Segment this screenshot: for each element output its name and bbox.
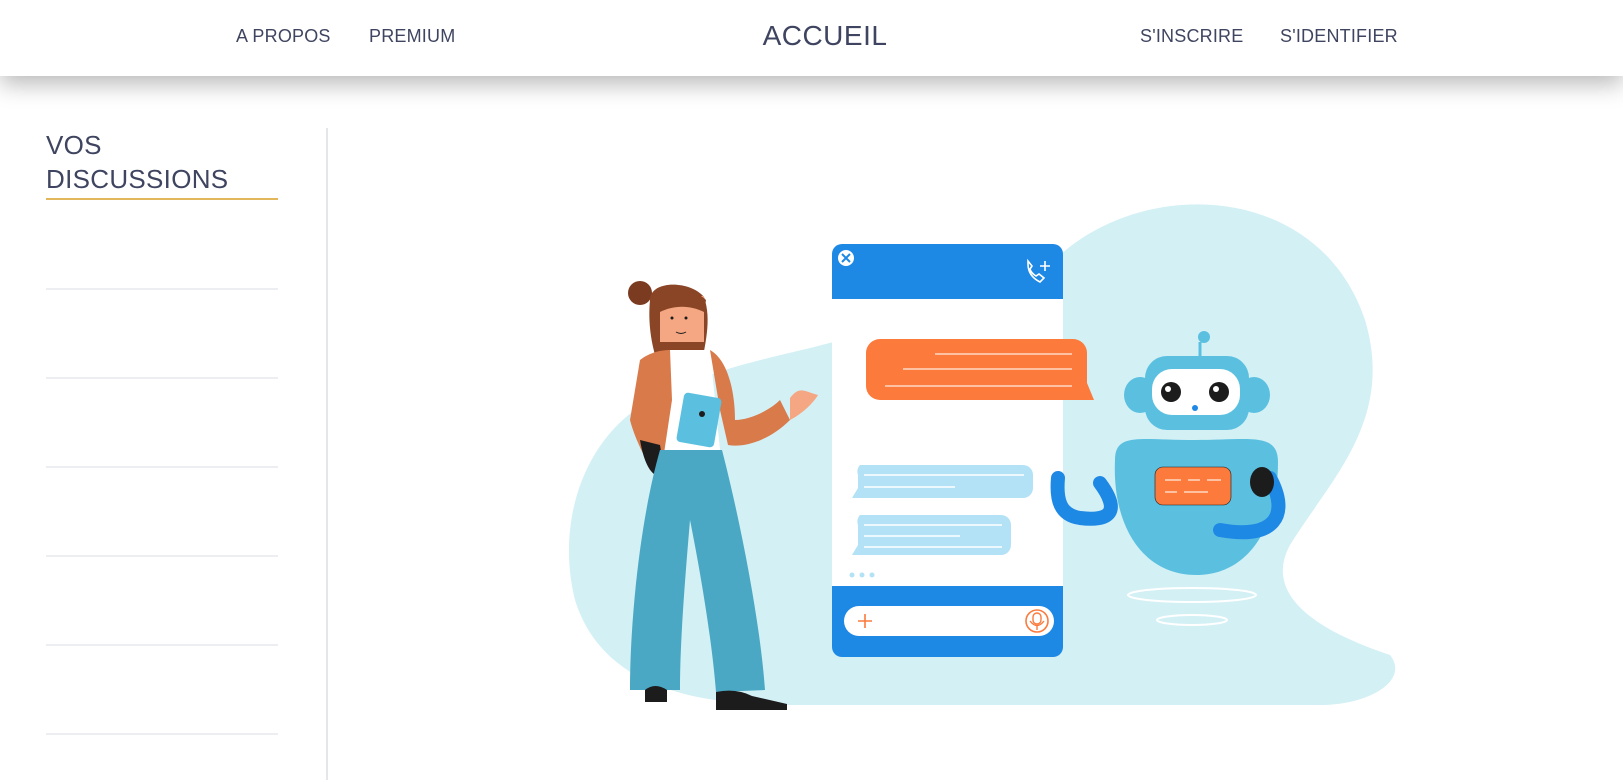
conversation-item[interactable] bbox=[46, 200, 278, 290]
nav-link-home[interactable]: ACCUEIL bbox=[763, 20, 888, 51]
main-content bbox=[328, 76, 1623, 780]
sidebar-title-line2: DISCUSSIONS bbox=[46, 164, 229, 194]
conversation-item[interactable] bbox=[46, 645, 278, 735]
conversation-item[interactable] bbox=[46, 467, 278, 557]
top-navbar: A PROPOS PREMIUM ACCUEIL S'INSCRIRE S'ID… bbox=[0, 0, 1623, 76]
sidebar-title-line1: VOS bbox=[46, 130, 102, 160]
phone-icon bbox=[832, 244, 1094, 657]
conversation-item[interactable] bbox=[46, 556, 278, 646]
nav-link-login[interactable]: S'IDENTIFIER bbox=[1280, 26, 1398, 47]
sidebar-title: VOS DISCUSSIONS bbox=[46, 128, 278, 200]
conversation-item[interactable] bbox=[46, 378, 278, 468]
conversations-sidebar: VOS DISCUSSIONS bbox=[0, 128, 328, 780]
chatbot-illustration bbox=[568, 204, 1396, 710]
nav-link-about[interactable]: A PROPOS bbox=[236, 26, 331, 47]
nav-link-premium[interactable]: PREMIUM bbox=[369, 26, 455, 47]
nav-link-signup[interactable]: S'INSCRIRE bbox=[1140, 26, 1243, 47]
conversation-item[interactable] bbox=[46, 289, 278, 379]
